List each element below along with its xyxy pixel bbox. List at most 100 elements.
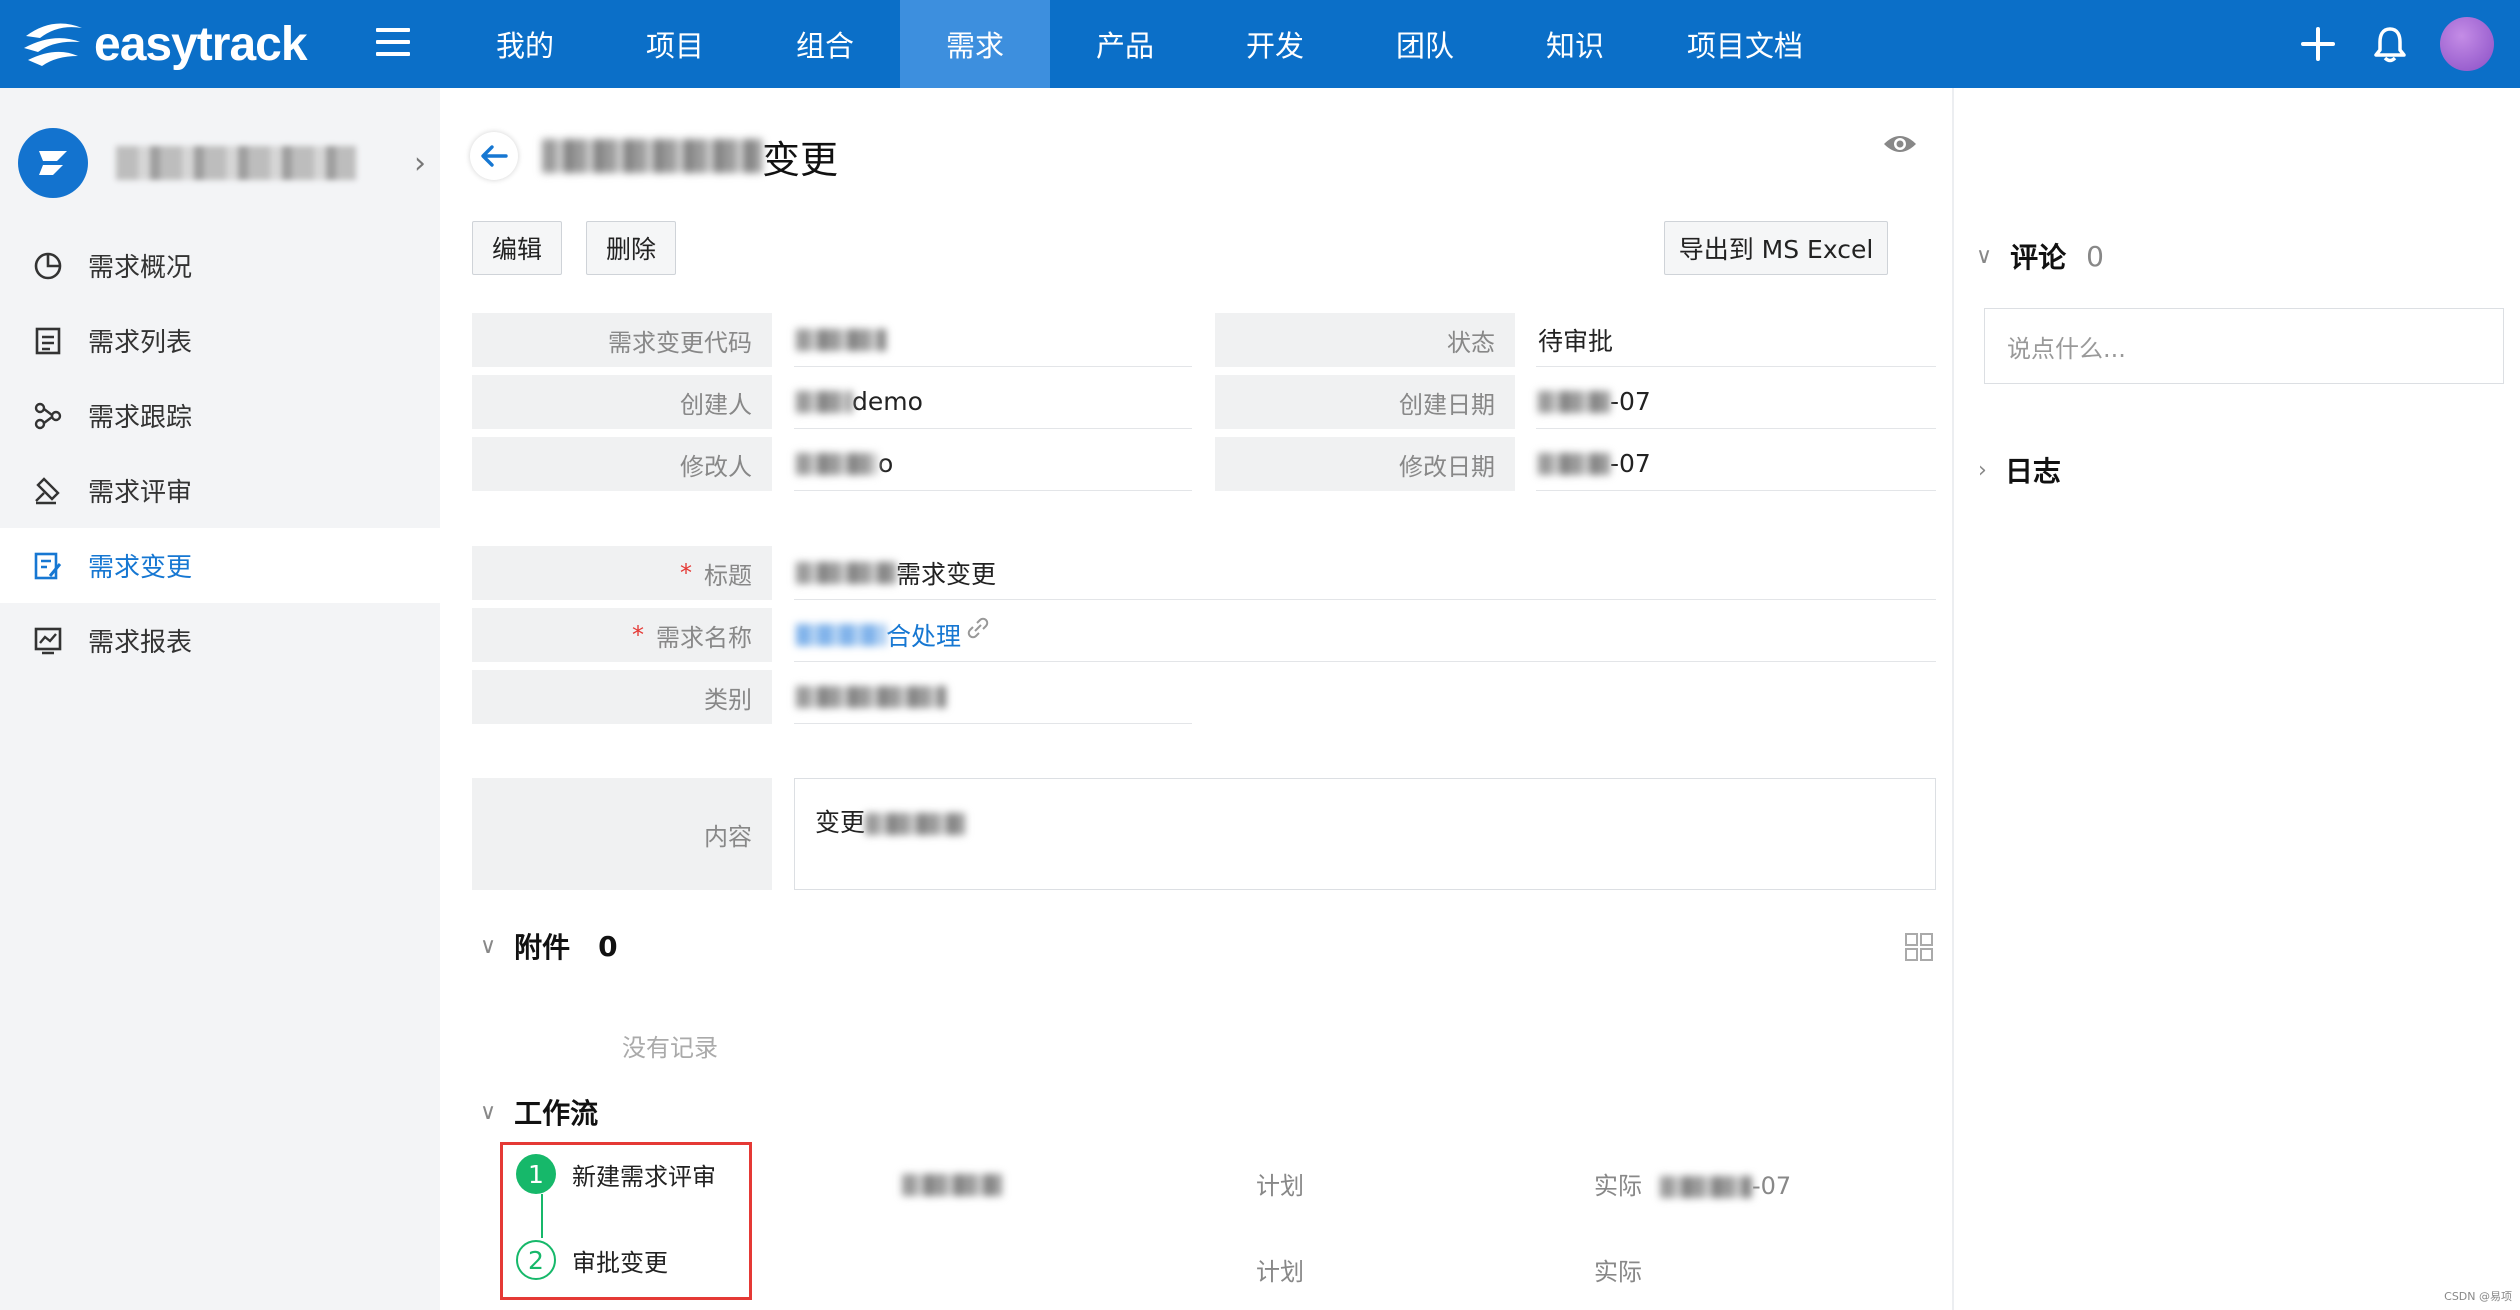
field-label-status: 状态	[1215, 313, 1515, 367]
sidebar-item-overview[interactable]: 需求概况	[0, 228, 440, 303]
field-label-change-code: 需求变更代码	[472, 313, 772, 367]
content-prefix: 变更	[815, 808, 866, 837]
project-name-redacted	[116, 146, 356, 180]
field-value-creator: demo	[794, 375, 1192, 429]
nav-item-project-docs[interactable]: 项目文档	[1650, 0, 1840, 88]
main-nav: 我的 项目 组合 需求 产品 开发 团队 知识 项目文档	[450, 0, 1840, 88]
log-header[interactable]: › 日志	[1978, 450, 2061, 490]
page-header: 变更	[470, 126, 838, 186]
redacted-text	[796, 685, 946, 708]
comments-count: 0	[2086, 239, 2104, 273]
redacted-text	[796, 561, 896, 584]
redacted-text	[1538, 390, 1610, 413]
redacted-text	[796, 623, 886, 646]
link-icon[interactable]	[965, 615, 991, 641]
step-actual-label: 实际	[1594, 1172, 1642, 1200]
redacted-text	[796, 328, 886, 351]
modifier-suffix: o	[878, 449, 894, 478]
page-title-suffix: 变更	[762, 137, 839, 182]
list-icon	[30, 323, 66, 359]
created-date-suffix: -07	[1610, 387, 1651, 416]
edit-button[interactable]: 编辑	[472, 221, 562, 275]
sidebar-item-change[interactable]: 需求变更	[0, 528, 440, 603]
workflow-header[interactable]: ∨ 工作流	[480, 1092, 598, 1132]
watermark: CSDN @易项	[2444, 1290, 2512, 1303]
nav-item-team[interactable]: 团队	[1350, 0, 1500, 88]
highlight-box	[500, 1142, 752, 1300]
sidebar-item-trace[interactable]: 需求跟踪	[0, 378, 440, 453]
page-title: 变更	[542, 129, 838, 184]
sidebar-item-list[interactable]: 需求列表	[0, 303, 440, 378]
step-actual-suffix: -07	[1752, 1172, 1792, 1200]
comment-input[interactable]: 说点什么...	[1984, 308, 2504, 384]
brand-name: easytrack	[94, 17, 308, 71]
plus-icon[interactable]	[2296, 22, 2340, 66]
back-button[interactable]	[470, 132, 518, 180]
workflow-title: 工作流	[514, 1097, 599, 1130]
comments-header[interactable]: ∨ 评论 0	[1976, 236, 2104, 276]
attachments-empty: 没有记录	[622, 1034, 718, 1062]
field-value-change-code	[794, 313, 1192, 367]
user-avatar[interactable]	[2440, 17, 2494, 71]
field-value-content: 变更	[794, 778, 1936, 890]
sidebar: › 需求概况 需求列表 需求跟踪 需求评审 需求变更 需求报表	[0, 88, 440, 1310]
redacted-text	[796, 390, 852, 413]
field-label-modifier: 修改人	[472, 437, 772, 491]
nav-item-knowledge[interactable]: 知识	[1500, 0, 1650, 88]
nav-item-product[interactable]: 产品	[1050, 0, 1200, 88]
redacted-text	[865, 813, 966, 835]
chevron-right-icon[interactable]: ›	[414, 146, 426, 181]
attachments-header[interactable]: ∨ 附件 0	[480, 926, 618, 966]
field-label-title: * 标题	[472, 546, 772, 600]
field-value-created-date: -07	[1536, 375, 1936, 429]
field-value-req-name[interactable]: 合处理	[794, 608, 1936, 662]
field-label-created-date: 创建日期	[1215, 375, 1515, 429]
sidebar-menu: 需求概况 需求列表 需求跟踪 需求评审 需求变更 需求报表	[0, 228, 440, 678]
redacted-text	[796, 452, 878, 475]
chevron-right-icon: ›	[1978, 457, 1987, 483]
nav-item-development[interactable]: 开发	[1200, 0, 1350, 88]
menu-icon[interactable]	[376, 28, 410, 60]
redacted-text	[1538, 452, 1610, 475]
log-title: 日志	[2004, 455, 2061, 488]
chevron-down-icon: ∨	[480, 1099, 497, 1125]
easytrack-logo-icon	[24, 23, 82, 66]
project-switcher[interactable]: ›	[18, 122, 428, 204]
field-label-category: 类别	[472, 670, 772, 724]
chevron-down-icon: ∨	[1976, 243, 1993, 269]
field-label-modified-date: 修改日期	[1215, 437, 1515, 491]
export-excel-button[interactable]: 导出到 MS Excel	[1664, 221, 1888, 275]
sidebar-item-report[interactable]: 需求报表	[0, 603, 440, 678]
nav-item-portfolio[interactable]: 组合	[750, 0, 900, 88]
nav-item-project[interactable]: 项目	[600, 0, 750, 88]
title-suffix: 需求变更	[896, 559, 997, 589]
nav-item-mine[interactable]: 我的	[450, 0, 600, 88]
redacted-text	[902, 1174, 1002, 1196]
arrow-left-icon	[481, 145, 508, 167]
field-label-creator: 创建人	[472, 375, 772, 429]
field-label-content: 内容	[472, 778, 772, 890]
bell-icon[interactable]	[2368, 22, 2412, 66]
sidebar-item-review[interactable]: 需求评审	[0, 453, 440, 528]
right-panel: ∨ 评论 0 说点什么... › 日志	[1952, 88, 2520, 1310]
gavel-icon	[30, 473, 66, 509]
nav-item-requirements[interactable]: 需求	[900, 0, 1050, 88]
field-value-modified-date: -07	[1536, 437, 1936, 491]
chevron-down-icon: ∨	[480, 933, 497, 959]
grid-view-icon[interactable]	[1904, 932, 1934, 966]
top-actions	[2296, 0, 2520, 88]
brand-logo[interactable]: easytrack	[18, 10, 308, 78]
project-logo-icon	[18, 128, 88, 198]
field-value-status: 待审批	[1536, 313, 1936, 367]
required-mark: *	[632, 621, 644, 649]
field-value-title: 需求变更	[794, 546, 1936, 600]
creator-suffix: demo	[852, 387, 923, 416]
req-name-link[interactable]: 合处理	[886, 617, 961, 653]
eye-icon[interactable]	[1882, 132, 1918, 160]
sidebar-item-label: 需求评审	[88, 478, 193, 508]
delete-button[interactable]: 删除	[586, 221, 676, 275]
trace-icon	[30, 398, 66, 434]
sidebar-item-label: 需求概况	[88, 253, 193, 283]
sidebar-item-label: 需求变更	[88, 553, 193, 583]
edit-doc-icon	[30, 548, 66, 584]
